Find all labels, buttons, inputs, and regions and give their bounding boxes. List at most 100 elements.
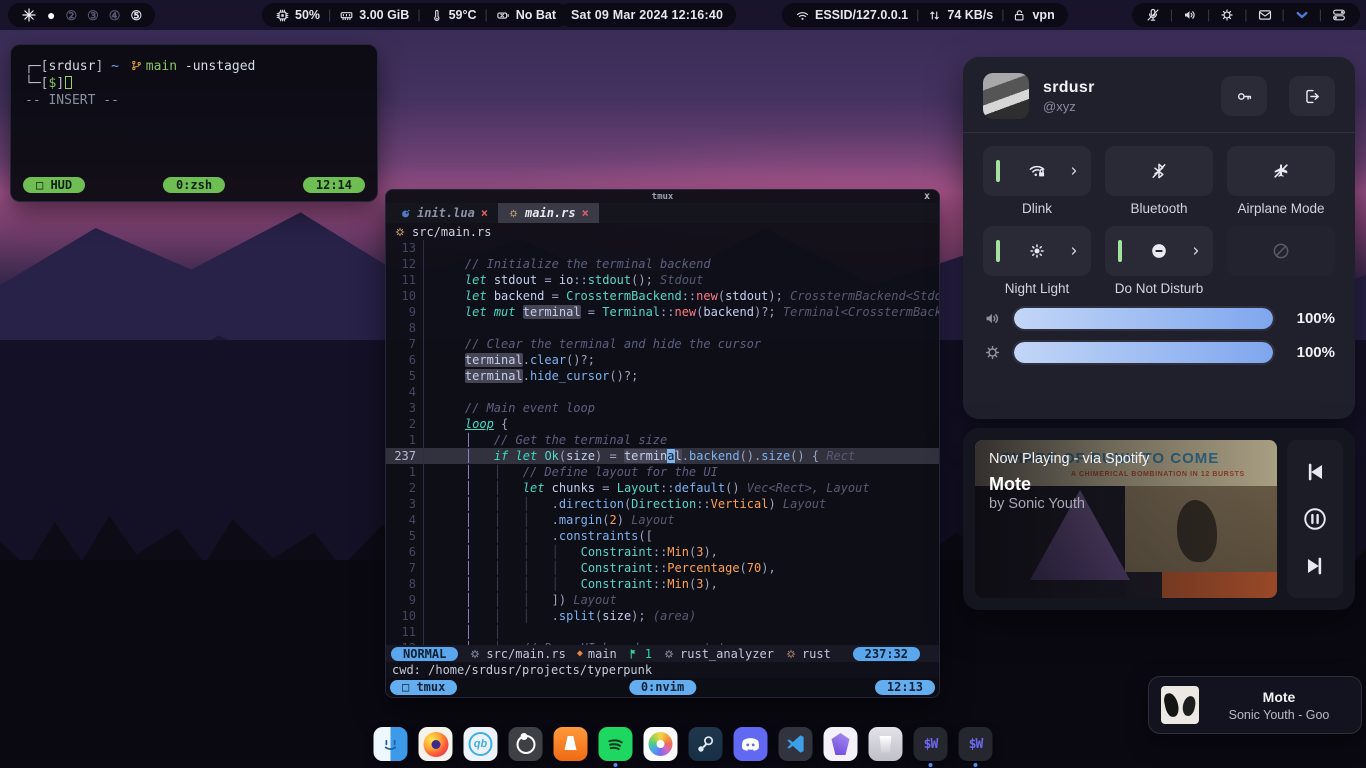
quick-toggles: DlinkBluetoothAirplane ModeNight LightDo… (983, 146, 1335, 298)
dock-item-photos[interactable] (644, 727, 678, 761)
album-art[interactable]: SHAPE OF PUNK TO COME A CHIMERICAL BOMBI… (975, 440, 1277, 598)
lock-keys-button[interactable] (1221, 76, 1267, 116)
btoff-icon (1149, 161, 1169, 181)
prompt-branch: main (146, 59, 177, 74)
code-line[interactable]: 1 │ │ // Define layout for the UI (386, 464, 939, 480)
microphone-muted-icon[interactable] (1145, 7, 1161, 23)
workspace-4[interactable]: ④ (109, 9, 121, 22)
code-line[interactable]: 11 let stdout = io::stdout(); Stdout (386, 272, 939, 288)
dock-item-trash[interactable] (869, 727, 903, 761)
code-line[interactable]: 2 loop { (386, 416, 939, 432)
code-line[interactable]: 8 (386, 320, 939, 336)
code-line[interactable]: 9 │ │ │ ]) Layout (386, 592, 939, 608)
code-line[interactable]: 13 (386, 240, 939, 256)
chevron-right-icon[interactable] (1068, 245, 1080, 257)
notifications-tray-icon[interactable] (1257, 7, 1273, 23)
code-line[interactable]: 5 │ │ │ .constraints([ (386, 528, 939, 544)
code-line[interactable]: 4 (386, 384, 939, 400)
terminal-window[interactable]: ┌─[srdusr] ~ main -unstaged └─[$] -- INS… (10, 44, 378, 202)
dock-item-firefox[interactable] (419, 727, 453, 761)
tab-label: init.lua (417, 206, 475, 220)
notification-card[interactable]: Mote Sonic Youth - Goo (1148, 676, 1362, 734)
pause-button[interactable] (1302, 506, 1328, 532)
code-line[interactable]: 237 │ if let Ok(size) = terminal.backend… (386, 448, 939, 464)
chevron-right-icon[interactable] (1190, 245, 1202, 257)
previous-track-button[interactable] (1302, 459, 1328, 485)
clock[interactable]: Sat 09 Mar 2024 12:16:40 (558, 3, 736, 27)
code-line[interactable]: 6 terminal.clear()?; (386, 352, 939, 368)
dock-item-spotify[interactable] (599, 727, 633, 761)
brightness-slider[interactable] (1014, 342, 1273, 363)
code-line[interactable]: 11 │ │ (386, 624, 939, 640)
chevron-down-icon[interactable] (1294, 7, 1310, 23)
next-track-button[interactable] (1302, 553, 1328, 579)
dock-item-wterm-1[interactable]: $W (914, 727, 948, 761)
wifi-toggle[interactable] (983, 146, 1091, 196)
workspace-3[interactable]: ③ (87, 9, 99, 22)
code-line[interactable]: 10 let backend = CrosstermBackend::new(s… (386, 288, 939, 304)
tab-init.lua[interactable]: init.lua × (390, 203, 498, 223)
logout-icon (1303, 87, 1322, 106)
planeoff-icon (1271, 161, 1291, 181)
code-area[interactable]: 1312 // Initialize the terminal backend1… (386, 240, 939, 645)
volume-slider[interactable] (1014, 308, 1273, 329)
git-branch-icon (130, 59, 143, 72)
prompt-path: ~ (111, 59, 119, 74)
dock-item-obs-studio[interactable] (509, 727, 543, 761)
code-line[interactable]: 10 │ │ │ .split(size); (area) (386, 608, 939, 624)
close-window-button[interactable]: x (924, 191, 930, 202)
media-controls (1287, 440, 1343, 598)
dock-item-steam[interactable] (689, 727, 723, 761)
buffer-tabs: init.lua×main.rs× (386, 203, 939, 223)
brightness-row: 100% (983, 342, 1335, 363)
tmux-clock: 12:14 (303, 177, 365, 193)
code-line[interactable]: 9 let mut terminal = Terminal::new(backe… (386, 304, 939, 320)
code-line[interactable]: 3 // Main event loop (386, 400, 939, 416)
code-line[interactable]: 4 │ │ │ .margin(2) Layout (386, 512, 939, 528)
dock-item-qbittorrent[interactable]: qb (464, 727, 498, 761)
tmux-session-name[interactable]: □ tmux (390, 680, 457, 695)
memory-stat: 3.00 GiB (339, 8, 409, 23)
tab-close-icon[interactable]: × (481, 206, 488, 220)
blocked-toggle[interactable] (1227, 226, 1335, 276)
dock-item-vlc[interactable] (554, 727, 588, 761)
network-pill[interactable]: ESSID/127.0.0.1 | 74 KB/s | vpn (782, 3, 1068, 27)
code-line[interactable]: 3 │ │ │ .direction(Direction::Vertical) … (386, 496, 939, 512)
tab-close-icon[interactable]: × (582, 206, 589, 220)
code-line[interactable]: 5 terminal.hide_cursor()?; (386, 368, 939, 384)
dnd-icon (1149, 241, 1169, 261)
workspace-1[interactable]: ● (47, 8, 55, 22)
code-line[interactable]: 7 │ │ │ │ Constraint::Percentage(70), (386, 560, 939, 576)
chevron-right-icon[interactable] (1068, 165, 1080, 177)
workspace-5[interactable]: ⑤ (130, 9, 142, 22)
dock-item-vscode[interactable] (779, 727, 813, 761)
code-line[interactable]: 8 │ │ │ │ Constraint::Min(3), (386, 576, 939, 592)
code-line[interactable]: 2 │ │ let chunks = Layout::default() Vec… (386, 480, 939, 496)
settings-icon[interactable] (1219, 7, 1235, 23)
logout-button[interactable] (1289, 76, 1335, 116)
dock-item-file-manager[interactable] (374, 727, 408, 761)
code-line[interactable]: 1 │ // Get the terminal size (386, 432, 939, 448)
bluetooth-toggle[interactable] (1105, 146, 1213, 196)
code-line[interactable]: 12 // Initialize the terminal backend (386, 256, 939, 272)
dock-item-discord[interactable] (734, 727, 768, 761)
editor-window[interactable]: tmux x init.lua×main.rs× src/main.rs 131… (385, 189, 940, 698)
memory-icon (339, 8, 354, 23)
airplane-mode-toggle[interactable] (1227, 146, 1335, 196)
tab-main.rs[interactable]: main.rs× (498, 203, 599, 223)
tmux-window[interactable]: 0:nvim (629, 680, 696, 695)
code-line[interactable]: 6 │ │ │ │ Constraint::Min(3), (386, 544, 939, 560)
brightness-icon (983, 343, 1002, 362)
workspace-2[interactable]: ② (65, 9, 77, 22)
tmux-session-name[interactable]: □ HUD (23, 177, 85, 193)
night-light-toggle[interactable] (983, 226, 1091, 276)
volume-icon[interactable] (1182, 7, 1198, 23)
do-not-disturb-toggle[interactable] (1105, 226, 1213, 276)
dock-item-wterm-2[interactable]: $W (959, 727, 993, 761)
code-line[interactable]: 7 // Clear the terminal and hide the cur… (386, 336, 939, 352)
prompt-git-status: -unstaged (185, 59, 255, 74)
dock-item-obsidian[interactable] (824, 727, 858, 761)
user-section: srdusr @xyz (983, 73, 1335, 119)
tmux-window[interactable]: 0:zsh (163, 177, 225, 193)
control-panel-icon[interactable] (1331, 7, 1347, 23)
